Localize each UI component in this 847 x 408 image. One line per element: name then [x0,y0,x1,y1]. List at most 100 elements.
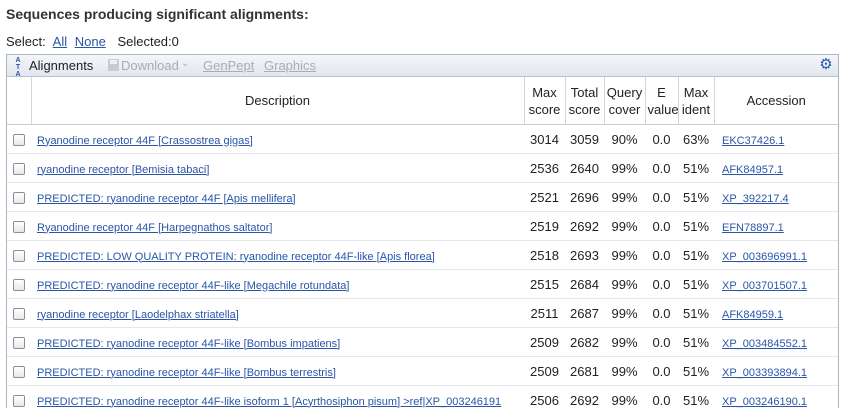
header-max-score[interactable]: Max score [524,77,566,125]
select-none-link[interactable]: None [75,34,106,49]
header-max-ident[interactable]: Max ident [678,77,715,125]
query-cover-cell: 99% [604,153,645,183]
e-value-cell: 0.0 [645,385,678,408]
download-button[interactable]: Download [121,58,179,73]
row-checkbox[interactable] [13,163,25,176]
table-row: PREDICTED: ryanodine receptor 44F-like [… [7,327,838,357]
description-link[interactable]: PREDICTED: ryanodine receptor 44F-like [… [37,367,336,379]
row-checkbox[interactable] [13,366,25,379]
row-checkbox[interactable] [13,221,25,234]
max-ident-cell: 63% [678,124,714,154]
description-cell: ryanodine receptor [Laodelphax striatell… [31,298,524,328]
description-link[interactable]: Ryanodine receptor 44F [Crassostrea giga… [37,135,253,147]
description-link[interactable]: PREDICTED: ryanodine receptor 44F-like [… [37,338,340,350]
row-checkbox[interactable] [13,192,25,205]
graphics-link[interactable]: Graphics [264,58,316,73]
e-value-cell: 0.0 [645,182,678,212]
alignments-icon[interactable]: ATA [13,57,23,78]
accession-link[interactable]: XP_392217.4 [722,193,789,205]
max-ident-cell: 51% [678,211,714,241]
genpept-link[interactable]: GenPept [203,58,254,73]
e-value-cell: 0.0 [645,356,678,386]
accession-link[interactable]: EKC37426.1 [722,135,784,147]
alignments-button[interactable]: Alignments [29,58,93,73]
description-link[interactable]: PREDICTED: LOW QUALITY PROTEIN: ryanodin… [37,251,435,263]
accession-cell: AFK84957.1 [714,153,838,183]
row-checkbox-cell [7,385,31,408]
row-checkbox-cell [7,124,31,154]
table-row: ryanodine receptor [Bemisia tabaci] 2536… [7,153,838,183]
description-cell: PREDICTED: ryanodine receptor 44F [Apis … [31,182,524,212]
total-score-cell: 2687 [565,298,604,328]
max-score-cell: 3014 [524,124,565,154]
header-description[interactable]: Description [31,77,525,125]
accession-link[interactable]: XP_003484552.1 [722,338,807,350]
description-link[interactable]: ryanodine receptor [Laodelphax striatell… [37,309,239,321]
accession-link[interactable]: XP_003393894.1 [722,367,807,379]
query-cover-cell: 99% [604,211,645,241]
row-checkbox-cell [7,298,31,328]
description-cell: PREDICTED: ryanodine receptor 44F-like [… [31,327,524,357]
selected-count: Selected:0 [117,34,179,49]
accession-link[interactable]: AFK84959.1 [722,309,783,321]
description-link[interactable]: Ryanodine receptor 44F [Harpegnathos sal… [37,222,272,234]
table-row: PREDICTED: ryanodine receptor 44F-like i… [7,385,838,408]
total-score-cell: 2681 [565,356,604,386]
accession-link[interactable]: XP_003701507.1 [722,280,807,292]
row-checkbox[interactable] [13,134,25,147]
table-row: ryanodine receptor [Laodelphax striatell… [7,298,838,328]
accession-cell: XP_003246190.1 [714,385,838,408]
select-label: Select: [6,34,46,49]
header-e-value[interactable]: Evalue [645,77,679,125]
table-row: PREDICTED: ryanodine receptor 44F-like [… [7,269,838,299]
table-row: PREDICTED: ryanodine receptor 44F-like [… [7,356,838,386]
description-link[interactable]: ryanodine receptor [Bemisia tabaci] [37,164,209,176]
header-select [7,77,32,125]
description-cell: PREDICTED: ryanodine receptor 44F-like [… [31,356,524,386]
row-checkbox[interactable] [13,337,25,350]
query-cover-cell: 99% [604,385,645,408]
row-checkbox[interactable] [13,250,25,263]
total-score-cell: 2684 [565,269,604,299]
accession-cell: EFN78897.1 [714,211,838,241]
table-row: PREDICTED: ryanodine receptor 44F [Apis … [7,182,838,212]
accession-link[interactable]: XP_003696991.1 [722,251,807,263]
description-link[interactable]: PREDICTED: ryanodine receptor 44F [Apis … [37,193,296,205]
description-link[interactable]: PREDICTED: ryanodine receptor 44F-like i… [37,396,501,408]
total-score-cell: 2692 [565,211,604,241]
total-score-cell: 2692 [565,385,604,408]
accession-cell: XP_003484552.1 [714,327,838,357]
max-score-cell: 2519 [524,211,565,241]
e-value-cell: 0.0 [645,124,678,154]
header-query-cover[interactable]: Query cover [604,77,646,125]
row-checkbox[interactable] [13,395,25,408]
accession-link[interactable]: XP_003246190.1 [722,396,807,408]
results-table: Description Max score Total score Query cov… [7,77,838,408]
accession-link[interactable]: EFN78897.1 [722,222,784,234]
e-value-cell: 0.0 [645,211,678,241]
gear-icon[interactable]: ⚙ [818,56,834,74]
query-cover-cell: 99% [604,327,645,357]
table-header-row: Description Max score Total score Query cov… [7,77,838,125]
description-link[interactable]: PREDICTED: ryanodine receptor 44F-like [… [37,280,349,292]
e-value-cell: 0.0 [645,240,678,270]
query-cover-cell: 99% [604,269,645,299]
row-checkbox[interactable] [13,308,25,321]
accession-cell: XP_003393894.1 [714,356,838,386]
select-all-link[interactable]: All [53,34,67,49]
chevron-down-icon[interactable]: ⌄ [181,58,189,69]
accession-link[interactable]: AFK84957.1 [722,164,783,176]
max-ident-cell: 51% [678,356,714,386]
accession-cell: XP_003701507.1 [714,269,838,299]
header-total-score[interactable]: Total score [565,77,605,125]
accession-cell: XP_392217.4 [714,182,838,212]
total-score-cell: 2682 [565,327,604,357]
e-value-cell: 0.0 [645,298,678,328]
header-accession[interactable]: Accession [714,77,838,125]
max-score-cell: 2509 [524,327,565,357]
download-icon [108,59,119,71]
e-value-cell: 0.0 [645,153,678,183]
e-value-cell: 0.0 [645,327,678,357]
row-checkbox[interactable] [13,279,25,292]
total-score-cell: 2696 [565,182,604,212]
